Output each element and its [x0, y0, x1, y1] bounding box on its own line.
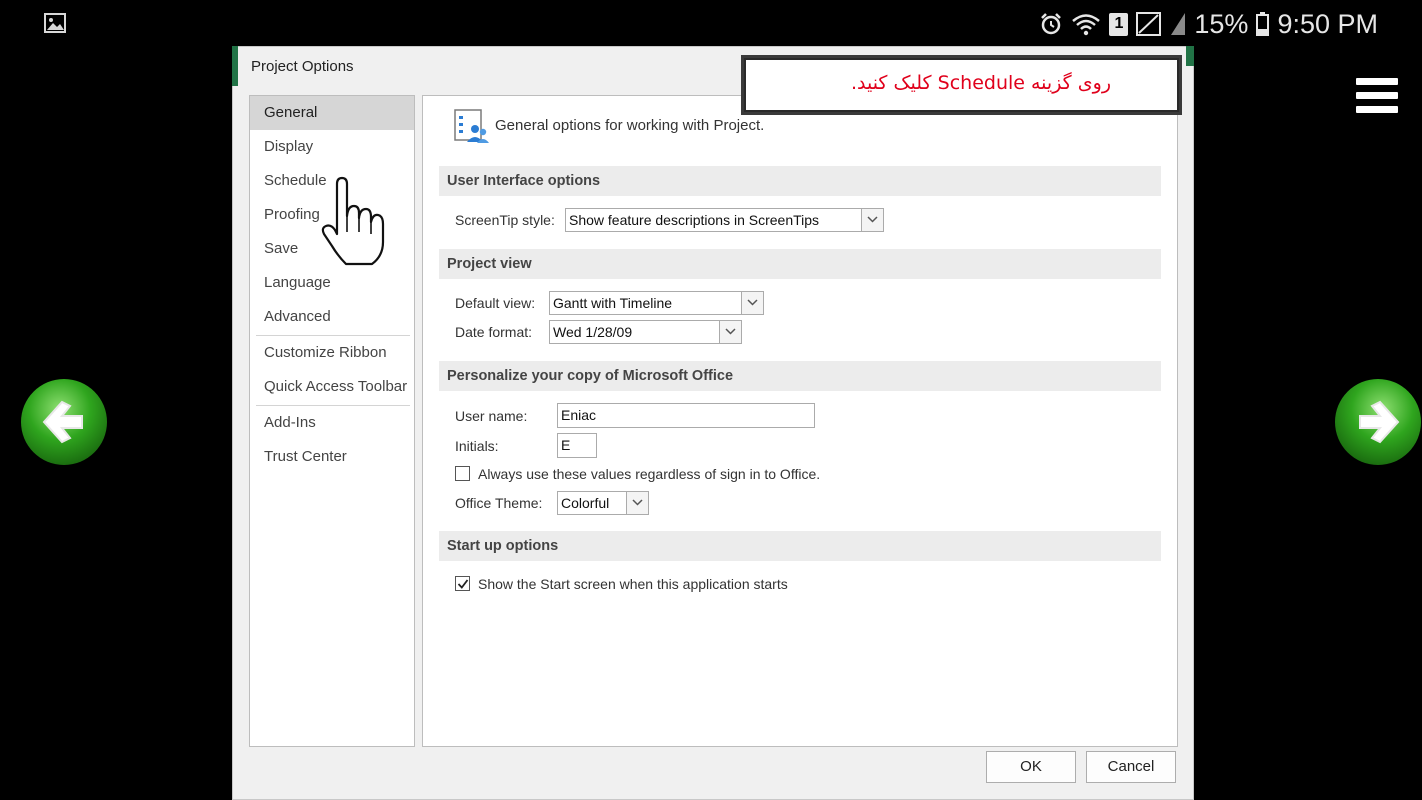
always-use-checkbox[interactable]: [455, 466, 470, 481]
signal-icon: [1171, 13, 1186, 35]
wifi-icon: [1072, 14, 1101, 36]
category-advanced[interactable]: Advanced: [250, 300, 414, 334]
date-format-label: Date format:: [455, 324, 533, 340]
cancel-button[interactable]: Cancel: [1086, 751, 1176, 783]
project-options-dialog: Project Options General Display Schedule…: [232, 46, 1194, 800]
menu-icon[interactable]: [1356, 78, 1398, 114]
general-options-icon: [454, 109, 489, 143]
clock: 9:50 PM: [1277, 8, 1378, 39]
initials-label: Initials:: [455, 438, 499, 454]
default-view-label: Default view:: [455, 295, 536, 311]
chevron-down-icon[interactable]: [719, 321, 741, 343]
always-use-label: Always use these values regardless of si…: [478, 466, 821, 482]
accent-strip: [232, 46, 238, 86]
status-bar: 1 15% 9:50 PM: [0, 0, 1422, 48]
default-view-select[interactable]: Gantt with Timeline: [549, 291, 764, 315]
show-start-label: Show the Start screen when this applicat…: [478, 576, 788, 592]
check-icon: [457, 579, 469, 589]
sim-icon: 1: [1109, 12, 1129, 36]
category-trust-center[interactable]: Trust Center: [250, 440, 414, 474]
office-theme-label: Office Theme:: [455, 495, 543, 511]
user-name-input[interactable]: Eniac: [557, 403, 815, 428]
chevron-down-icon[interactable]: [626, 492, 648, 514]
category-customize-ribbon[interactable]: Customize Ribbon: [250, 336, 414, 370]
category-display[interactable]: Display: [250, 130, 414, 164]
show-start-checkbox[interactable]: [455, 576, 470, 591]
office-theme-value: Colorful: [561, 495, 610, 511]
date-format-value: Wed 1/28/09: [553, 324, 633, 340]
chevron-down-icon[interactable]: [741, 292, 763, 314]
category-general[interactable]: General: [250, 96, 414, 130]
options-content: General options for working with Project…: [422, 95, 1178, 747]
accent-strip: [1186, 46, 1194, 66]
battery-percent: 15%: [1194, 8, 1249, 39]
screentip-label: ScreenTip style:: [455, 212, 555, 228]
user-name-label: User name:: [455, 408, 528, 424]
screentip-select[interactable]: Show feature descriptions in ScreenTips: [565, 208, 884, 232]
hand-pointer-icon: [321, 176, 385, 266]
battery-icon: [1256, 12, 1270, 36]
next-arrow-icon[interactable]: [1332, 376, 1422, 470]
ok-button[interactable]: OK: [986, 751, 1076, 783]
category-quick-access-toolbar[interactable]: Quick Access Toolbar: [250, 370, 414, 404]
section-project-view: Project view: [439, 249, 1161, 279]
instruction-callout: روی گزینه Schedule کلیک کنید.: [741, 55, 1182, 115]
initials-input[interactable]: E: [557, 433, 597, 458]
default-view-value: Gantt with Timeline: [553, 295, 673, 311]
alarm-icon: [1041, 13, 1062, 35]
no-signal-icon: [1136, 12, 1162, 36]
chevron-down-icon[interactable]: [861, 209, 883, 231]
gallery-icon: [44, 13, 66, 33]
category-language[interactable]: Language: [250, 266, 414, 300]
category-add-ins[interactable]: Add-Ins: [250, 406, 414, 440]
header-text: General options for working with Project…: [495, 117, 765, 134]
office-theme-select[interactable]: Colorful: [557, 491, 649, 515]
screentip-value: Show feature descriptions in ScreenTips: [569, 212, 820, 228]
section-personalize: Personalize your copy of Microsoft Offic…: [439, 361, 1161, 391]
section-startup: Start up options: [439, 531, 1161, 561]
dialog-title: Project Options: [251, 58, 354, 75]
previous-arrow-icon[interactable]: [20, 376, 110, 470]
section-ui-options: User Interface options: [439, 166, 1161, 196]
date-format-select[interactable]: Wed 1/28/09: [549, 320, 742, 344]
instruction-text: روی گزینه Schedule کلیک کنید.: [850, 72, 1111, 94]
